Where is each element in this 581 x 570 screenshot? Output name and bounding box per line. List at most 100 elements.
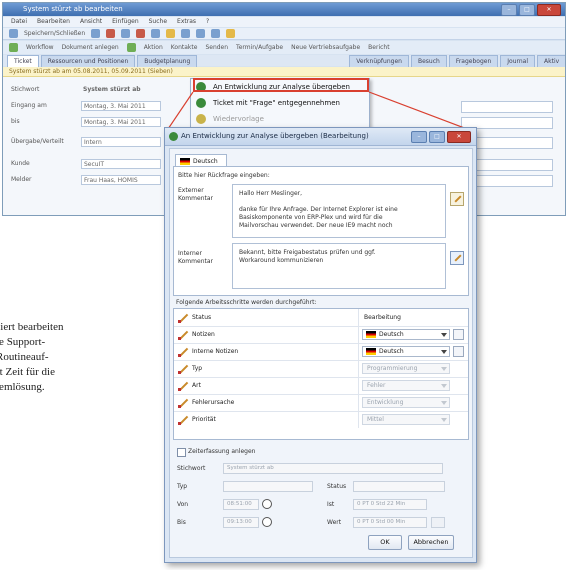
- new-sales-task-button[interactable]: Neue Vertriebsaufgabe: [291, 44, 360, 51]
- work-steps-table: Status Bearbeitung Notizen Deutsch Inter…: [173, 308, 469, 440]
- ok-button[interactable]: OK: [368, 535, 402, 550]
- tab-questionnaire[interactable]: Fragebogen: [448, 55, 499, 67]
- clock-icon[interactable]: [262, 499, 272, 509]
- von-time-input[interactable]: 08:51:00: [223, 499, 259, 510]
- menu-suche[interactable]: Suche: [149, 17, 167, 27]
- lock-icon[interactable]: [453, 346, 464, 357]
- attachment-icon[interactable]: [211, 29, 221, 38]
- cancel-button[interactable]: Abbrechen: [408, 535, 454, 550]
- report-button[interactable]: Bericht: [368, 44, 389, 51]
- resubmission-icon: [196, 114, 206, 124]
- bis-time-input[interactable]: 09:13:00: [223, 517, 259, 528]
- menu-help[interactable]: ?: [206, 17, 209, 27]
- bis-label: Bis: [177, 519, 186, 526]
- action-icon[interactable]: [126, 43, 136, 52]
- menu-item-resubmission[interactable]: Wiedervorlage: [191, 112, 369, 126]
- dialog-window-controls: – □ ✕: [411, 131, 471, 143]
- save-close-label[interactable]: Speichern/Schließen: [24, 30, 85, 37]
- menubar: Datei Bearbeiten Ansicht Einfügen Suche …: [3, 17, 565, 27]
- dialog-close-button[interactable]: ✕: [447, 131, 471, 143]
- comment-panel: Bitte hier Rückfrage eingeben: Externer …: [173, 166, 469, 296]
- clock-icon[interactable]: [262, 517, 272, 527]
- step-name: Notizen: [192, 331, 215, 338]
- stichwort-input[interactable]: System stürzt ab: [223, 463, 443, 474]
- step-row-notizen: Notizen Deutsch: [174, 326, 468, 344]
- send-button[interactable]: Senden: [205, 44, 228, 51]
- field-value[interactable]: Intern: [81, 137, 161, 147]
- appointment-button[interactable]: Termin/Aufgabe: [236, 44, 283, 51]
- lock-icon[interactable]: [453, 329, 464, 340]
- time-tracking-checkbox[interactable]: [177, 448, 186, 457]
- minimize-button[interactable]: –: [501, 4, 517, 16]
- delete-icon[interactable]: [106, 29, 116, 38]
- german-flag-icon: [180, 158, 190, 165]
- save-close-icon[interactable]: [9, 29, 18, 38]
- left-description-text: siert bearbeiten ie Support- Routineauf-…: [0, 320, 160, 395]
- field-value[interactable]: Montag, 3. Mai 2011: [81, 117, 161, 127]
- arrow-down-icon[interactable]: [196, 29, 206, 38]
- arrow-up-icon[interactable]: [181, 29, 191, 38]
- save-icon[interactable]: [91, 29, 101, 38]
- field-value[interactable]: Montag, 3. Mai 2011: [81, 101, 161, 111]
- menu-item-accept-question[interactable]: Ticket mit "Frage" entgegennehmen: [191, 96, 369, 110]
- dialog-maximize-button[interactable]: □: [429, 131, 445, 143]
- tab-active[interactable]: Aktiv: [537, 55, 565, 67]
- typ-select[interactable]: [223, 481, 313, 492]
- edit-external-comment-button[interactable]: [450, 192, 464, 206]
- notes-language-select[interactable]: Deutsch: [362, 329, 450, 340]
- copy-icon[interactable]: [151, 29, 161, 38]
- internal-notes-language-select[interactable]: Deutsch: [362, 346, 450, 357]
- edit-internal-comment-button[interactable]: [450, 251, 464, 265]
- cut-icon[interactable]: [136, 29, 146, 38]
- external-comment-textarea[interactable]: Hallo Herr Meslinger, danke für Ihre Anf…: [232, 184, 446, 238]
- chevron-down-icon: [441, 367, 447, 371]
- status-select[interactable]: [353, 481, 445, 492]
- tab-budget[interactable]: Budgetplanung: [137, 55, 198, 67]
- maximize-button[interactable]: □: [519, 4, 535, 16]
- step-name: Art: [192, 382, 201, 389]
- menu-einfuegen[interactable]: Einfügen: [112, 17, 138, 27]
- ist-input[interactable]: 0 PT 0 Std 22 Min: [353, 499, 427, 510]
- pencil-icon: [178, 330, 188, 340]
- field-value[interactable]: SecuIT: [81, 159, 161, 169]
- workflow-icon[interactable]: [9, 43, 18, 52]
- link-icon[interactable]: [431, 517, 445, 528]
- dialog-minimize-button[interactable]: –: [411, 131, 427, 143]
- tab-journal[interactable]: Journal: [500, 55, 536, 67]
- field-label: bis: [11, 118, 20, 125]
- step-row-typ: Typ Programmierung: [174, 360, 468, 378]
- close-button[interactable]: ✕: [537, 4, 561, 16]
- internal-comment-textarea[interactable]: Bekannt, bitte Freigabestatus prüfen und…: [232, 243, 446, 289]
- paste-icon[interactable]: [166, 29, 176, 38]
- menu-ansicht[interactable]: Ansicht: [80, 17, 102, 27]
- menu-bearbeiten[interactable]: Bearbeiten: [37, 17, 70, 27]
- tab-ticket[interactable]: Ticket: [7, 55, 39, 67]
- chevron-down-icon: [441, 401, 447, 405]
- document-create-button[interactable]: Dokument anlegen: [62, 44, 119, 51]
- wert-input[interactable]: 0 PT 0 Std 00 Min: [353, 517, 427, 528]
- field-value[interactable]: Frau Haas, HOMIS: [81, 175, 161, 185]
- type-select: Programmierung: [362, 363, 450, 374]
- text-line: Workaround kommunizieren: [239, 257, 324, 264]
- step-row-fehlerursache: Fehlerursache Entwicklung: [174, 394, 468, 412]
- von-label: Von: [177, 501, 189, 508]
- tab-links[interactable]: Verknüpfungen: [349, 55, 409, 67]
- contacts-button[interactable]: Kontakte: [171, 44, 198, 51]
- action-button[interactable]: Aktion: [144, 44, 163, 51]
- description-line: lemlösung.: [0, 381, 45, 393]
- chevron-down-icon: [441, 350, 447, 354]
- pencil-icon: [178, 347, 188, 357]
- tab-visit[interactable]: Besuch: [410, 55, 447, 67]
- folder-icon[interactable]: [226, 29, 236, 38]
- select-value: Mittel: [367, 416, 384, 423]
- field-time[interactable]: [461, 101, 553, 113]
- german-flag-icon: [366, 331, 376, 338]
- menu-datei[interactable]: Datei: [11, 17, 27, 27]
- pencil-icon: [178, 398, 188, 408]
- column-divider: [358, 360, 359, 377]
- text-line: Mailvorschau verwendet. Der neue IE9 mac…: [239, 222, 393, 229]
- workflow-button[interactable]: Workflow: [26, 44, 54, 51]
- tab-resources[interactable]: Ressourcen und Positionen: [40, 55, 136, 67]
- menu-extras[interactable]: Extras: [177, 17, 196, 27]
- print-icon[interactable]: [121, 29, 131, 38]
